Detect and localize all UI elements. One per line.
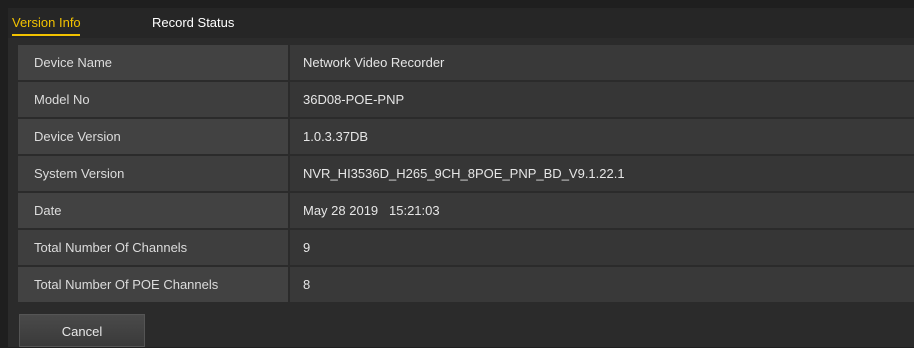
tab-bar: Version Info Record Status (8, 8, 914, 38)
date-value: May 28 2019 15:21:03 (290, 193, 914, 228)
cancel-button[interactable]: Cancel (19, 314, 145, 347)
device-version-value: 1.0.3.37DB (290, 119, 914, 154)
system-version-value: NVR_HI3536D_H265_9CH_8POE_PNP_BD_V9.1.22… (290, 156, 914, 191)
date-label: Date (18, 193, 288, 228)
model-no-label: Model No (18, 82, 288, 117)
table-row: Device Name Network Video Recorder (18, 45, 914, 80)
total-channels-value: 9 (290, 230, 914, 265)
version-info-panel: Version Info Record Status Device Name N… (8, 8, 914, 347)
device-name-label: Device Name (18, 45, 288, 80)
table-row: Date May 28 2019 15:21:03 (18, 193, 914, 228)
total-channels-label: Total Number Of Channels (18, 230, 288, 265)
table-row: Total Number Of Channels 9 (18, 230, 914, 265)
device-version-label: Device Version (18, 119, 288, 154)
model-no-value: 36D08-POE-PNP (290, 82, 914, 117)
tab-record-status[interactable]: Record Status (152, 14, 234, 34)
table-row: Device Version 1.0.3.37DB (18, 119, 914, 154)
table-row: Model No 36D08-POE-PNP (18, 82, 914, 117)
device-name-value: Network Video Recorder (290, 45, 914, 80)
table-row: System Version NVR_HI3536D_H265_9CH_8POE… (18, 156, 914, 191)
table-row: Total Number Of POE Channels 8 (18, 267, 914, 302)
tab-version-info[interactable]: Version Info (12, 14, 81, 36)
total-poe-channels-label: Total Number Of POE Channels (18, 267, 288, 302)
total-poe-channels-value: 8 (290, 267, 914, 302)
version-info-table: Device Name Network Video Recorder Model… (18, 45, 914, 304)
system-version-label: System Version (18, 156, 288, 191)
